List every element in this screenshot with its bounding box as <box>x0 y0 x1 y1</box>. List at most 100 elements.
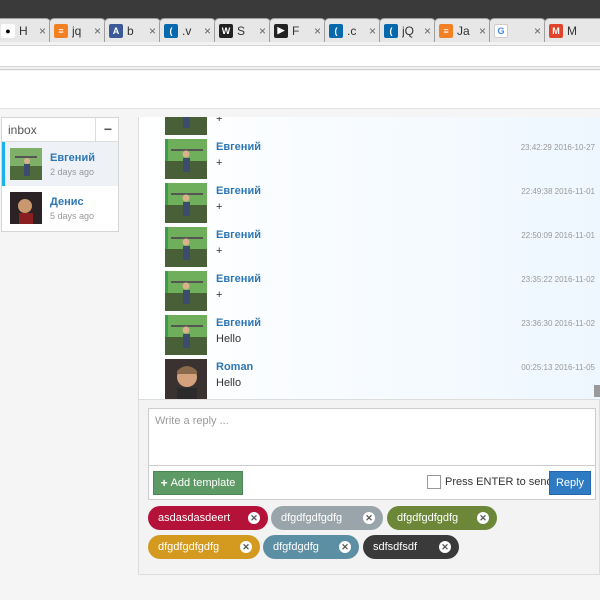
panda-icon: ● <box>1 23 15 38</box>
tag-chip[interactable]: dfgdfgdfgdfg ✕ <box>271 506 383 530</box>
close-tab-icon[interactable]: × <box>259 24 266 38</box>
conversation-item[interactable]: Денис 5 days ago <box>2 186 118 230</box>
m-icon: M <box>549 23 563 38</box>
message-item: Евгений Hello 23:36:30 2016-11-02 <box>165 315 595 355</box>
message-item: + <box>165 117 595 135</box>
avatar <box>165 271 207 311</box>
enter-to-send-toggle[interactable]: Press ENTER to send <box>427 475 553 489</box>
google-icon: G <box>494 23 508 38</box>
tag-chip[interactable]: dfgdfgdfgdfg ✕ <box>148 535 260 559</box>
message-text: + <box>216 157 223 169</box>
page-header <box>0 71 600 109</box>
inbox-panel: inbox − Евгений 2 days ago Денис 5 days … <box>1 117 119 232</box>
avatar <box>165 183 207 223</box>
message-time: 23:36:30 2016-11-02 <box>521 319 595 328</box>
avatar <box>165 227 207 267</box>
avatar <box>165 117 207 135</box>
browser-tab[interactable]: ( jQ × <box>379 18 436 42</box>
inbox-title: inbox <box>8 122 37 137</box>
message-list[interactable]: + Евгений + 23:42:29 2016-10-27 Евгений … <box>138 117 600 399</box>
reply-composer: + Add template Press ENTER to send Reply… <box>138 399 600 575</box>
tag-label: dfgdfgdfgdfg <box>158 541 220 553</box>
remove-tag-icon[interactable]: ✕ <box>240 541 252 553</box>
message-author[interactable]: Roman <box>216 361 253 373</box>
tag-label: asdasdasdeert <box>158 512 231 524</box>
message-time: 23:42:29 2016-10-27 <box>520 143 595 152</box>
tag-label: dfgfdgdfg <box>273 541 319 553</box>
enter-to-send-checkbox[interactable] <box>427 475 441 489</box>
jquery-icon: ( <box>164 23 178 38</box>
close-tab-icon[interactable]: × <box>479 24 486 38</box>
close-tab-icon[interactable]: × <box>149 24 156 38</box>
w-icon: W <box>219 23 233 38</box>
close-tab-icon[interactable]: × <box>534 24 541 38</box>
remove-tag-icon[interactable]: ✕ <box>363 512 375 524</box>
browser-tab[interactable]: W S × <box>214 18 271 42</box>
message-time: 23:35:22 2016-11-02 <box>521 275 595 284</box>
tag-chip[interactable]: dfgfdgdfg ✕ <box>263 535 359 559</box>
browser-toolbar <box>0 42 600 70</box>
browser-tab[interactable]: ( .v × <box>159 18 216 42</box>
stack-icon: ≡ <box>54 23 68 38</box>
browser-tab[interactable]: ( .c × <box>324 18 381 42</box>
plus-icon: + <box>160 476 168 490</box>
tag-label: dfgdfgdfgdfg <box>397 512 459 524</box>
browser-tab[interactable]: ≡ jq × <box>49 18 106 42</box>
browser-tab[interactable]: A b × <box>104 18 161 42</box>
inbox-header: inbox − <box>2 117 118 142</box>
close-tab-icon[interactable]: × <box>424 24 431 38</box>
message-time: 00:25:13 2016-11-05 <box>521 363 595 372</box>
remove-tag-icon[interactable]: ✕ <box>477 512 489 524</box>
browser-tab[interactable]: M M <box>544 18 600 42</box>
add-template-button[interactable]: + Add template <box>153 471 243 495</box>
message-author[interactable]: Евгений <box>216 229 261 241</box>
a-letter-icon: A <box>109 23 123 38</box>
close-tab-icon[interactable]: × <box>94 24 101 38</box>
message-text: + <box>216 245 223 257</box>
stack-icon: ≡ <box>439 23 453 38</box>
browser-tab[interactable]: ● H × <box>0 18 51 42</box>
close-tab-icon[interactable]: × <box>369 24 376 38</box>
avatar <box>165 359 207 399</box>
close-tab-icon[interactable]: × <box>204 24 211 38</box>
collapse-icon[interactable]: − <box>94 117 112 142</box>
message-text: + <box>216 117 223 125</box>
message-author[interactable]: Евгений <box>216 273 261 285</box>
avatar <box>165 139 207 179</box>
conversation-name: Евгений <box>50 151 95 164</box>
browser-tab[interactable]: ≡ Ja × <box>434 18 491 42</box>
avatar <box>10 148 42 180</box>
browser-tab[interactable]: G × <box>489 18 546 42</box>
jquery-icon: ( <box>384 23 398 38</box>
message-author[interactable]: Евгений <box>216 141 261 153</box>
message-item: Roman Hello 00:25:13 2016-11-05 <box>165 359 595 399</box>
tag-label: dfgdfgdfgdfg <box>281 512 343 524</box>
remove-tag-icon[interactable]: ✕ <box>339 541 351 553</box>
message-author[interactable]: Евгений <box>216 317 261 329</box>
browser-tab[interactable]: ▶ F × <box>269 18 326 42</box>
message-text: + <box>216 201 223 213</box>
tag-chip[interactable]: dfgdfgdfgdfg ✕ <box>387 506 497 530</box>
tag-chip[interactable]: sdfsdfsdf ✕ <box>363 535 459 559</box>
message-item: Евгений + 23:35:22 2016-11-02 <box>165 271 595 311</box>
avatar <box>10 192 42 224</box>
close-tab-icon[interactable]: × <box>314 24 321 38</box>
remove-tag-icon[interactable]: ✕ <box>439 541 451 553</box>
message-item: Евгений + 23:42:29 2016-10-27 <box>165 139 595 179</box>
conversation-time: 5 days ago <box>50 210 95 221</box>
remove-tag-icon[interactable]: ✕ <box>248 512 260 524</box>
message-time: 22:50:09 2016-11-01 <box>521 231 595 240</box>
reply-button[interactable]: Reply <box>549 471 591 495</box>
close-tab-icon[interactable]: × <box>39 24 46 38</box>
address-bar[interactable] <box>0 45 600 67</box>
conversation-item[interactable]: Евгений 2 days ago <box>2 142 118 186</box>
browser-tab-strip: ● H × ≡ jq × A b × ( .v × W S × ▶ F × ( … <box>0 0 600 42</box>
scrollbar-thumb[interactable] <box>594 385 600 397</box>
tag-chip[interactable]: asdasdasdeert ✕ <box>148 506 268 530</box>
composer-actions: + Add template Press ENTER to send Reply <box>148 466 596 500</box>
message-time: 22:49:38 2016-11-01 <box>521 187 595 196</box>
message-item: Евгений + 22:50:09 2016-11-01 <box>165 227 595 267</box>
reply-input[interactable] <box>148 408 596 466</box>
message-author[interactable]: Евгений <box>216 185 261 197</box>
message-item: Евгений + 22:49:38 2016-11-01 <box>165 183 595 223</box>
